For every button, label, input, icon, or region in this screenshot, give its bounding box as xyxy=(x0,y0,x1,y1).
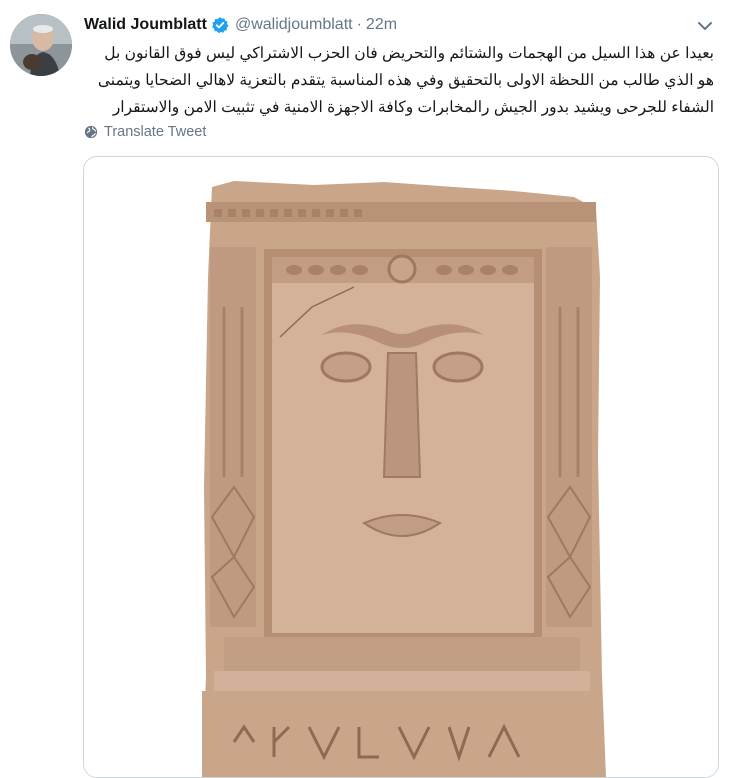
chevron-down-icon[interactable] xyxy=(695,16,715,36)
translate-label: Translate Tweet xyxy=(104,124,207,140)
globe-icon xyxy=(84,125,98,139)
tweet-timestamp[interactable]: 22m xyxy=(366,16,397,34)
tweet-text: بعيدا عن هذا السيل من الهجمات والشتائم و… xyxy=(97,45,714,116)
tweet-header: Walid Joumblatt @walidjoumblatt · 22m xyxy=(84,14,397,36)
verified-badge-icon xyxy=(211,16,229,34)
translate-tweet-link[interactable]: Translate Tweet xyxy=(84,124,206,140)
author-avatar[interactable] xyxy=(10,14,72,76)
separator-dot: · xyxy=(356,16,362,33)
stone-stele-photo xyxy=(84,157,718,777)
tweet-media-image[interactable] xyxy=(83,156,719,778)
author-handle[interactable]: @walidjoumblatt xyxy=(235,16,353,34)
author-name[interactable]: Walid Joumblatt xyxy=(84,16,207,34)
avatar-photo xyxy=(10,14,72,76)
